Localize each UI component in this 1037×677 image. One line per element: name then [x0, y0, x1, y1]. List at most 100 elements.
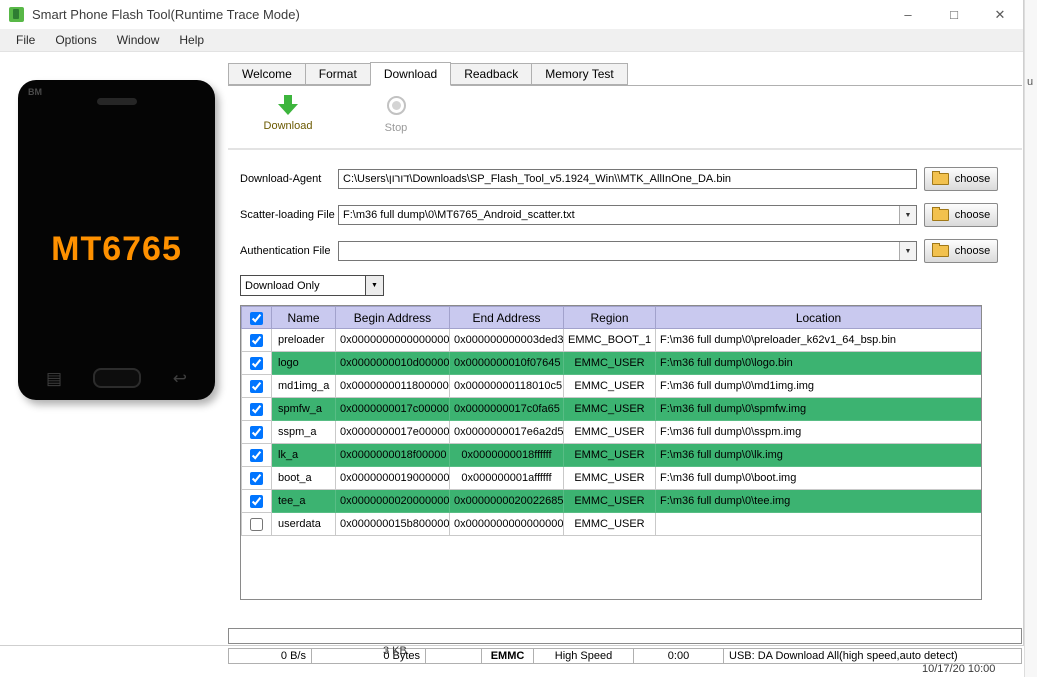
- menu-options[interactable]: Options: [45, 29, 106, 51]
- cell-region: EMMC_USER: [563, 420, 656, 444]
- main-panel: Welcome Format Download Readback Memory …: [228, 62, 1022, 664]
- download-agent-choose-button[interactable]: choose: [924, 167, 998, 191]
- menu-window[interactable]: Window: [107, 29, 170, 51]
- cell-region: EMMC_USER: [563, 512, 656, 536]
- partition-checkbox[interactable]: [250, 356, 263, 370]
- partition-row: sspm_a 0x0000000017e00000 0x0000000017e6a2…: [241, 420, 981, 444]
- cell-name: tee_a: [271, 489, 336, 513]
- download-agent-input[interactable]: C:\Users\דורון\Downloads\SP_Flash_Tool_v…: [338, 169, 917, 189]
- download-agent-label: Download-Agent: [240, 173, 322, 185]
- app-icon: [9, 7, 24, 22]
- chevron-down-icon[interactable]: ▼: [899, 242, 916, 260]
- status-blank: [425, 648, 482, 664]
- cell-end: 0x0000000018ffffff: [449, 443, 564, 467]
- header-end-address: End Address: [449, 306, 564, 329]
- partition-checkbox[interactable]: [250, 402, 263, 416]
- cell-begin: 0x000000015b800000: [335, 512, 450, 536]
- cell-name: md1img_a: [271, 374, 336, 398]
- cell-begin: 0x0000000017e00000: [335, 420, 450, 444]
- cell-name: lk_a: [271, 443, 336, 467]
- status-bytes: 0 Bytes: [311, 648, 426, 664]
- download-icon: [284, 95, 292, 104]
- scatter-file-combo[interactable]: F:\m36 full dump\0\MT6765_Android_scatte…: [338, 205, 917, 225]
- tab-download[interactable]: Download: [369, 62, 452, 86]
- header-name: Name: [271, 306, 336, 329]
- tab-memory-test[interactable]: Memory Test: [531, 63, 628, 85]
- partition-checkbox[interactable]: [250, 494, 263, 508]
- download-mode-select[interactable]: Download Only ▼: [240, 275, 384, 296]
- menu-bar: File Options Window Help: [0, 29, 1023, 52]
- phone-speaker: [96, 98, 137, 105]
- auth-file-combo[interactable]: ▼: [338, 241, 917, 261]
- cell-end: 0x0000000017c0fa65: [449, 397, 564, 421]
- cell-region: EMMC_USER: [563, 351, 656, 375]
- select-all-checkbox[interactable]: [250, 311, 263, 325]
- tab-format[interactable]: Format: [304, 63, 371, 85]
- cell-name: logo: [271, 351, 336, 375]
- cell-loc: F:\m36 full dump\0\md1img.img: [655, 374, 981, 398]
- phone-home-button: [93, 368, 142, 388]
- download-icon-head: [278, 104, 298, 115]
- cell-region: EMMC_USER: [563, 443, 656, 467]
- partition-checkbox[interactable]: [250, 471, 263, 485]
- partition-checkbox[interactable]: [250, 448, 263, 462]
- partition-checkbox[interactable]: [250, 379, 263, 393]
- menu-file[interactable]: File: [6, 29, 45, 51]
- cell-begin: 0x0000000010d00000: [335, 351, 450, 375]
- tab-welcome[interactable]: Welcome: [228, 63, 306, 85]
- partition-table: Name Begin Address End Address Region Lo…: [241, 306, 981, 536]
- cell-begin: 0x0000000011800000: [335, 374, 450, 398]
- partition-row: tee_a 0x0000000020000000 0x000000002002268…: [241, 489, 981, 513]
- phone-back-icon: ↩: [172, 368, 187, 388]
- chevron-down-icon[interactable]: ▼: [365, 276, 383, 295]
- header-region: Region: [563, 306, 656, 329]
- scatter-file-value: F:\m36 full dump\0\MT6765_Android_scatte…: [343, 209, 575, 221]
- auth-choose-button[interactable]: choose: [924, 239, 998, 263]
- partition-row: spmfw_a 0x0000000017c00000 0x0000000017c0f…: [241, 397, 981, 421]
- phone-brand-label: BM: [28, 87, 42, 97]
- row-checkbox-cell: [241, 443, 272, 467]
- row-checkbox-cell: [241, 351, 272, 375]
- chevron-down-icon[interactable]: ▼: [899, 206, 916, 224]
- title-bar: Smart Phone Flash Tool(Runtime Trace Mod…: [0, 0, 1023, 29]
- partition-checkbox[interactable]: [250, 517, 263, 531]
- window-controls: – □ ✕: [885, 0, 1023, 29]
- background-file-size-text: 3 KB: [383, 645, 407, 657]
- menu-help[interactable]: Help: [169, 29, 214, 51]
- row-checkbox-cell: [241, 420, 272, 444]
- status-time: 0:00: [633, 648, 724, 664]
- progress-bar: [228, 628, 1022, 644]
- download-button[interactable]: Download: [250, 93, 326, 148]
- cell-begin: 0x0000000019000000: [335, 466, 450, 490]
- app-window: Smart Phone Flash Tool(Runtime Trace Mod…: [0, 0, 1024, 664]
- status-speed: 0 B/s: [228, 648, 312, 664]
- background-edge-text: u: [1027, 76, 1034, 88]
- cell-loc: F:\m36 full dump\0\tee.img: [655, 489, 981, 513]
- maximize-button[interactable]: □: [931, 0, 977, 29]
- status-usb-message: USB: DA Download All(high speed,auto det…: [723, 648, 1022, 664]
- cell-begin: 0x0000000018f00000: [335, 443, 450, 467]
- cell-region: EMMC_USER: [563, 374, 656, 398]
- tab-readback[interactable]: Readback: [450, 63, 533, 85]
- cell-region: EMMC_BOOT_1: [563, 328, 656, 352]
- status-link-speed: High Speed: [533, 648, 634, 664]
- partition-checkbox[interactable]: [250, 425, 263, 439]
- toolbar: Download Stop: [228, 85, 1022, 150]
- tab-strip: Welcome Format Download Readback Memory …: [228, 62, 1022, 86]
- cell-loc: F:\m36 full dump\0\sspm.img: [655, 420, 981, 444]
- row-checkbox-cell: [241, 512, 272, 536]
- cell-loc: F:\m36 full dump\0\preloader_k62v1_64_bs…: [655, 328, 981, 352]
- cell-end: 0x000000000003ded3: [449, 328, 564, 352]
- cell-region: EMMC_USER: [563, 397, 656, 421]
- minimize-button[interactable]: –: [885, 0, 931, 29]
- scatter-choose-button[interactable]: choose: [924, 203, 998, 227]
- stop-button-label: Stop: [384, 122, 408, 134]
- folder-icon: [931, 207, 949, 221]
- choose-button-label: choose: [954, 209, 991, 221]
- cell-region: EMMC_USER: [563, 489, 656, 513]
- partition-checkbox[interactable]: [250, 333, 263, 347]
- cell-loc: F:\m36 full dump\0\lk.img: [655, 443, 981, 467]
- folder-icon: [931, 171, 949, 185]
- close-button[interactable]: ✕: [977, 0, 1023, 29]
- stop-button[interactable]: Stop: [358, 93, 434, 148]
